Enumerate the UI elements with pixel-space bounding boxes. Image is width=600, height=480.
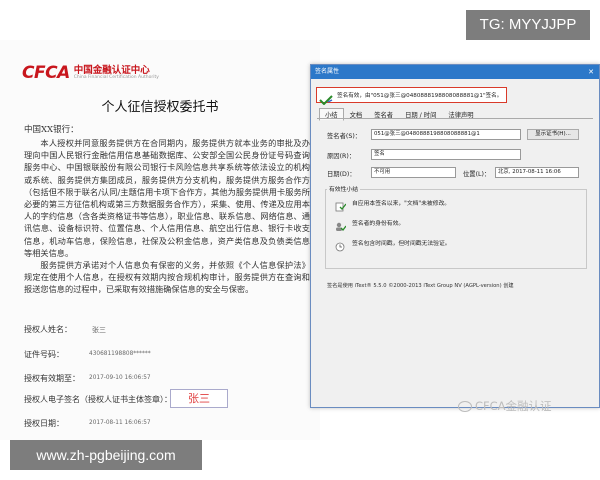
status-text: 签名包含时间戳，但时间戳无法验证。	[352, 240, 451, 247]
status-timestamp: 签名包含时间戳，但时间戳无法验证。	[335, 237, 451, 252]
date-field[interactable]: 不可用	[371, 167, 456, 178]
validity-value: 2017-09-10 16:06:57	[89, 375, 151, 381]
status-text: 签名者的身份有效。	[352, 220, 405, 227]
dialog-tabs: 小结 文档 签名者 日期 / 时间 法律声明	[319, 108, 480, 121]
logo-mark: CFCA	[22, 63, 70, 83]
tab-summary[interactable]: 小结	[319, 108, 344, 121]
reason-field[interactable]: 签名	[371, 149, 521, 160]
tag-overlay: TG: MYYJJPP	[466, 10, 590, 40]
logo-english-name: China Financial Certification Authority	[73, 75, 159, 80]
status-signer-valid: 签名者的身份有效。	[335, 217, 405, 231]
show-certificate-button[interactable]: 显示证书(H)...	[527, 129, 579, 140]
name-value: 张三	[92, 326, 106, 334]
signer-status-icon	[335, 217, 347, 231]
dialog-title: 签名属性	[315, 68, 340, 75]
document-status-icon	[335, 197, 347, 212]
document-addressee: 中国XX银行：	[24, 125, 79, 135]
clock-status-icon	[335, 237, 346, 252]
name-label: 授权人姓名：	[24, 325, 72, 334]
document-paragraph-1: 本人授权并同意服务提供方在合同期内，服务提供方就本业务的审批及办理向中国人民银行…	[24, 138, 310, 258]
signature-valid-check-icon	[319, 90, 333, 106]
date-label: 授权日期：	[24, 419, 64, 428]
cfca-logo: CFCA 中国金融认证中心 China Financial Certificat…	[22, 63, 159, 83]
document-paragraph-2: 服务提供方承诺对个人信息负有保密的义务，并依照《个人信息保护法》规定在使用个人信…	[24, 260, 310, 295]
dialog-titlebar[interactable]: 签名属性 ✕	[311, 65, 599, 79]
close-icon[interactable]: ✕	[583, 65, 599, 79]
signer-field[interactable]: 051@张三@0480888198808088881@1	[371, 129, 521, 140]
signature-label: 授权人电子签名（授权人证书主体签章）：	[24, 395, 172, 404]
status-document-unmodified: 自应用本签名以来，"文档"未被修改。	[335, 197, 451, 212]
watermark: CFCA金融认证	[458, 398, 552, 414]
document-title: 个人征信授权委托书	[101, 100, 219, 115]
tab-document[interactable]: 文档	[344, 108, 369, 121]
date-label: 日期(D)：	[327, 171, 356, 178]
dialog-footer-text: 签名是使用 iText® 5.5.0 ©2000-2013 iText Grou…	[327, 283, 514, 289]
id-value: 430681198808******	[89, 351, 151, 357]
signature-properties-dialog: 签名属性 ✕ 签名有效，由"051@张三@0480888198808088881…	[310, 64, 600, 408]
logo-chinese-name: 中国金融认证中心	[73, 64, 150, 76]
tab-date-time[interactable]: 日期 / 时间	[399, 108, 442, 121]
electronic-signature-field[interactable]: 张三	[170, 389, 228, 408]
tab-legal-notice[interactable]: 法律声明	[442, 108, 479, 121]
id-label: 证件号码：	[24, 350, 64, 359]
signature-valid-banner: 签名有效，由"051@张三@0480888198808088881@1"签名。	[316, 87, 507, 106]
document-body: 本人授权并同意服务提供方在合同期内，服务提供方就本业务的审批及办理向中国人民银行…	[24, 137, 310, 296]
watermark-text: CFCA金融认证	[475, 399, 552, 413]
reason-label: 原因(R)：	[327, 153, 356, 160]
validity-label: 授权有效期至：	[24, 374, 80, 383]
signature-valid-text: 签名有效，由"051@张三@0480888198808088881@1"签名。	[337, 93, 503, 99]
validity-summary-title: 有效性小结	[327, 184, 360, 193]
location-field[interactable]: 北京, 2017-08-11 16:06	[495, 167, 579, 178]
url-overlay: www.zh-pgbeijing.com	[10, 440, 202, 470]
wechat-icon	[458, 400, 472, 412]
tab-divider	[317, 118, 593, 119]
location-label: 位置(L)：	[463, 171, 491, 178]
signer-label: 签名者(S)：	[327, 133, 362, 140]
date-value: 2017-08-11 16:06:57	[89, 420, 151, 426]
status-text: 自应用本签名以来，"文档"未被修改。	[352, 200, 451, 207]
tab-signer[interactable]: 签名者	[368, 108, 399, 121]
